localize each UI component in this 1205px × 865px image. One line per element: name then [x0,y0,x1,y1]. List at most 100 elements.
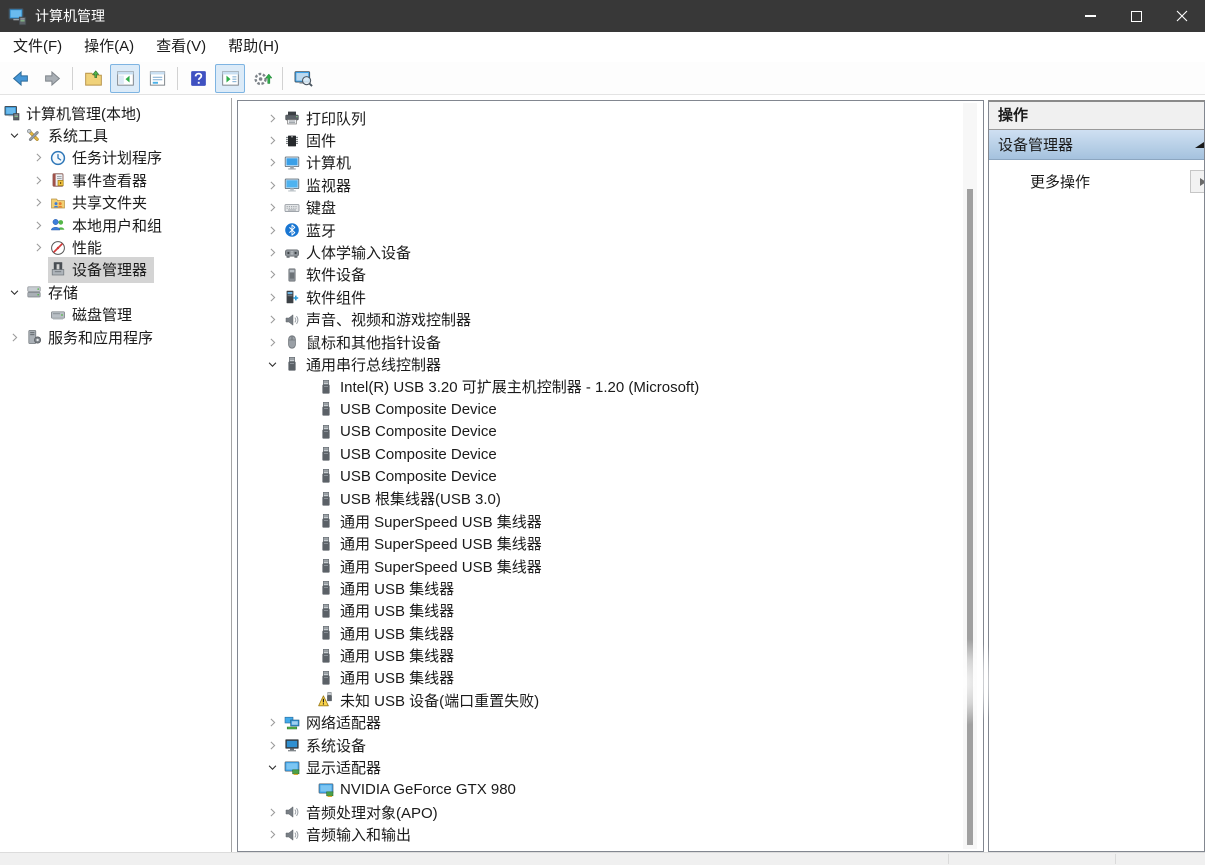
chevron-right-icon[interactable] [264,222,281,238]
minimize-button[interactable] [1067,0,1113,32]
sidebar-item-disk-management[interactable]: 磁盘管理 [0,304,231,326]
chevron-right-icon[interactable] [264,312,281,328]
chevron-right-icon[interactable] [30,150,47,166]
device-tree-item-software-components[interactable]: 软件组件 [238,286,983,308]
up-level-button[interactable] [78,64,108,93]
vertical-scrollbar[interactable] [963,103,977,849]
computer-management-icon [8,7,27,26]
device-tree-item[interactable]: USB Composite Device [238,465,983,487]
chevron-right-icon[interactable] [264,334,281,350]
menu-item-file[interactable]: 文件(F) [2,32,73,62]
chevron-right-icon[interactable] [264,133,281,149]
scan-hardware-button[interactable] [288,64,318,93]
chevron-right-icon[interactable] [264,155,281,171]
device-tree-item[interactable]: 通用 SuperSpeed USB 集线器 [238,555,983,577]
device-tree-item-print-queues[interactable]: 打印队列 [238,107,983,129]
device-tree-item[interactable]: 通用 SuperSpeed USB 集线器 [238,532,983,554]
menu-item-help[interactable]: 帮助(H) [217,32,290,62]
device-tree-item[interactable]: USB Composite Device [238,443,983,465]
device-tree-item-firmware[interactable]: 固件 [238,129,983,151]
more-actions-item[interactable]: 更多操作 [989,169,1204,193]
chevron-down-icon[interactable] [6,128,23,144]
folder-up-icon [84,69,103,88]
chevron-right-icon[interactable] [30,217,47,233]
forward-button[interactable] [37,64,67,93]
device-tree-item-usb-root-hub[interactable]: USB 根集线器(USB 3.0) [238,488,983,510]
chevron-right-icon[interactable] [264,110,281,126]
device-tree-item-network-adapters[interactable]: 网络适配器 [238,712,983,734]
back-button[interactable] [5,64,35,93]
device-tree-item-sound-video-game[interactable]: 声音、视频和游戏控制器 [238,309,983,331]
device-tree-item[interactable]: 通用 USB 集线器 [238,600,983,622]
device-tree-item-display-adapters[interactable]: 显示适配器 [238,756,983,778]
console-tree-toggle-button[interactable] [110,64,140,93]
chevron-right-icon[interactable] [30,240,47,256]
device-tree-item[interactable]: USB Composite Device [238,420,983,442]
device-tree-item-keyboards[interactable]: 键盘 [238,197,983,219]
menu-item-view[interactable]: 查看(V) [145,32,217,62]
menu-item-action[interactable]: 操作(A) [73,32,145,62]
chevron-right-icon[interactable] [30,195,47,211]
sidebar-item-storage[interactable]: 存储 [0,281,231,303]
device-tree-item-unknown-usb-device[interactable]: 未知 USB 设备(端口重置失败) [238,689,983,711]
device-tree-item[interactable]: 通用 USB 集线器 [238,667,983,689]
sidebar-item-local-users-groups[interactable]: 本地用户和组 [0,214,231,236]
device-tree-item[interactable]: 通用 SuperSpeed USB 集线器 [238,510,983,532]
pane-splitter[interactable] [230,95,236,852]
chevron-right-icon[interactable] [6,329,23,345]
device-tree-item-audio-io[interactable]: 音频输入和输出 [238,824,983,846]
actions-group-device-manager[interactable]: 设备管理器 [989,130,1204,160]
properties-button[interactable] [142,64,172,93]
device-tree-item-system-devices[interactable]: 系统设备 [238,734,983,756]
sidebar-item-label: 事件查看器 [72,170,147,191]
chevron-right-icon[interactable] [264,267,281,283]
scrollbar-thumb[interactable] [967,189,973,845]
sidebar-item-performance[interactable]: 性能 [0,236,231,258]
device-tree-item-audio-apo[interactable]: 音频处理对象(APO) [238,801,983,823]
sidebar-item-label: 计算机管理(本地) [26,103,141,124]
chevron-right-icon[interactable] [264,200,281,216]
device-tree-item-bluetooth[interactable]: 蓝牙 [238,219,983,241]
close-button[interactable] [1159,0,1205,32]
sidebar-item-shared-folders[interactable]: 共享文件夹 [0,192,231,214]
device-tree-item-monitors[interactable]: 监视器 [238,174,983,196]
more-actions-button[interactable] [1190,170,1205,193]
chevron-right-icon[interactable] [264,827,281,843]
device-tree-item[interactable]: 通用 USB 集线器 [238,577,983,599]
selected-item-highlight: 设备管理器 [48,257,154,283]
sidebar-item-computer-management[interactable]: 计算机管理(本地) [0,102,231,124]
chevron-right-icon[interactable] [30,172,47,188]
help-button[interactable] [183,64,213,93]
device-tree-item-usb-controllers[interactable]: 通用串行总线控制器 [238,353,983,375]
device-tree-item-label: 蓝牙 [306,220,336,241]
chevron-right-icon[interactable] [264,715,281,731]
sidebar-item-services-apps[interactable]: 服务和应用程序 [0,326,231,348]
sidebar-item-device-manager[interactable]: 设备管理器 [0,259,231,281]
chevron-down-icon[interactable] [264,356,281,372]
device-tree-item-software-devices[interactable]: 软件设备 [238,264,983,286]
device-tree-item-nvidia-gtx-980[interactable]: NVIDIA GeForce GTX 980 [238,779,983,801]
chevron-right-icon[interactable] [264,177,281,193]
chevron-right-icon[interactable] [264,737,281,753]
chevron-down-icon[interactable] [264,760,281,776]
device-tree-item[interactable]: USB Composite Device [238,398,983,420]
update-driver-button[interactable] [247,64,277,93]
local-users-icon [50,217,66,233]
chevron-right-icon[interactable] [264,289,281,305]
device-tree-item-mice[interactable]: 鼠标和其他指针设备 [238,331,983,353]
device-tree-item-label: 人体学输入设备 [306,242,411,263]
chevron-down-icon[interactable] [6,284,23,300]
sidebar-item-event-viewer[interactable]: 事件查看器 [0,169,231,191]
device-tree-item-computer[interactable]: 计算机 [238,152,983,174]
chevron-right-icon[interactable] [264,804,281,820]
device-tree-item-label: NVIDIA GeForce GTX 980 [340,781,516,798]
chevron-right-icon[interactable] [264,245,281,261]
sidebar-item-system-tools[interactable]: 系统工具 [0,124,231,146]
device-tree-item[interactable]: 通用 USB 集线器 [238,622,983,644]
device-tree-item[interactable]: 通用 USB 集线器 [238,644,983,666]
device-tree-item-intel-usb-host[interactable]: Intel(R) USB 3.20 可扩展主机控制器 - 1.20 (Micro… [238,376,983,398]
sidebar-item-task-scheduler[interactable]: 任务计划程序 [0,147,231,169]
maximize-button[interactable] [1113,0,1159,32]
device-tree-item-hid[interactable]: 人体学输入设备 [238,241,983,263]
action-pane-toggle-button[interactable] [215,64,245,93]
